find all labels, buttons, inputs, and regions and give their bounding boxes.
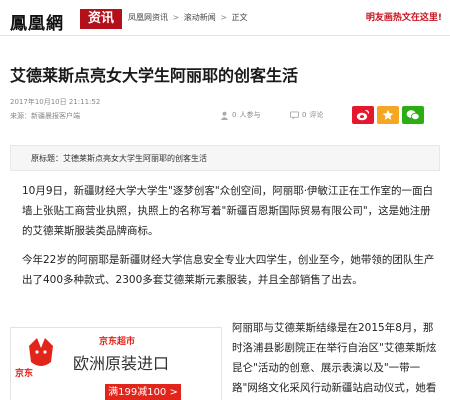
breadcrumb-item-current: 正文 — [231, 13, 248, 22]
participants-number: 0 — [232, 111, 237, 119]
weibo-icon — [356, 109, 370, 121]
original-title: 原标题：艾德莱斯点亮女大学生阿丽耶的创客生活 — [31, 154, 207, 163]
article-title: 艾德莱斯点亮女大学生阿丽耶的创客生活 — [10, 66, 299, 85]
breadcrumb: 凤凰网资讯 > 滚动新闻 > 正文 — [128, 12, 250, 23]
ad-brand: 京东超市 — [99, 337, 136, 347]
comments-count[interactable]: 0 评论 — [290, 110, 323, 120]
ad-headline: 欧洲原装进口 — [73, 354, 170, 373]
person-icon — [220, 111, 229, 120]
comment-icon — [290, 110, 299, 120]
article-paragraph: 10月9日，新疆财经大学大学生"逐梦创客"众创空间，阿丽耶·伊敏江正在工作室的一… — [22, 185, 434, 237]
share-wechat-button[interactable] — [402, 106, 424, 124]
breadcrumb-separator: > — [172, 13, 180, 22]
qzone-icon — [382, 109, 394, 120]
top-bar: 鳳凰網 资讯 凤凰网资讯 > 滚动新闻 > 正文 明友画热文在这里! — [0, 0, 450, 36]
comments-number: 0 — [302, 111, 307, 119]
article-date: 2017年10月10日 21:11:52 — [10, 98, 101, 106]
promo-link[interactable]: 明友画热文在这里! — [366, 10, 442, 23]
jd-advertisement[interactable]: 京东 京东超市 欧洲原装进口 满199减100 > — [10, 327, 222, 400]
ad-cta-button[interactable]: 满199减100 > — [105, 384, 181, 400]
participants-label: 人参与 — [239, 111, 261, 119]
share-qzone-button[interactable] — [377, 106, 399, 124]
section-badge[interactable]: 资讯 — [80, 9, 122, 29]
wechat-icon — [406, 110, 420, 120]
article-summary-box: 原标题：艾德莱斯点亮女大学生阿丽耶的创客生活 — [10, 145, 440, 171]
breadcrumb-item-rolling-news[interactable]: 滚动新闻 — [184, 13, 216, 22]
article-paragraph: 今年22岁的阿丽耶是新疆财经大学信息安全专业大四学生，创业至今，她带领的团队生产… — [22, 254, 435, 286]
jd-logo-text: 京东 — [15, 369, 34, 379]
breadcrumb-separator: > — [220, 13, 228, 22]
comments-label: 评论 — [309, 111, 324, 119]
share-weibo-button[interactable] — [352, 106, 374, 124]
site-logo[interactable]: 鳳凰網 — [10, 9, 64, 34]
participants-count[interactable]: 0 人参与 — [220, 110, 260, 120]
article-source[interactable]: 来源：新疆晨报客户端 — [10, 111, 80, 121]
article-paragraph: 阿丽耶与艾德莱斯结缘是在2015年8月，那时洛浦县影剧院正在举行自治区"艾德莱斯… — [232, 322, 437, 394]
breadcrumb-item-home[interactable]: 凤凰网资讯 — [128, 13, 168, 22]
